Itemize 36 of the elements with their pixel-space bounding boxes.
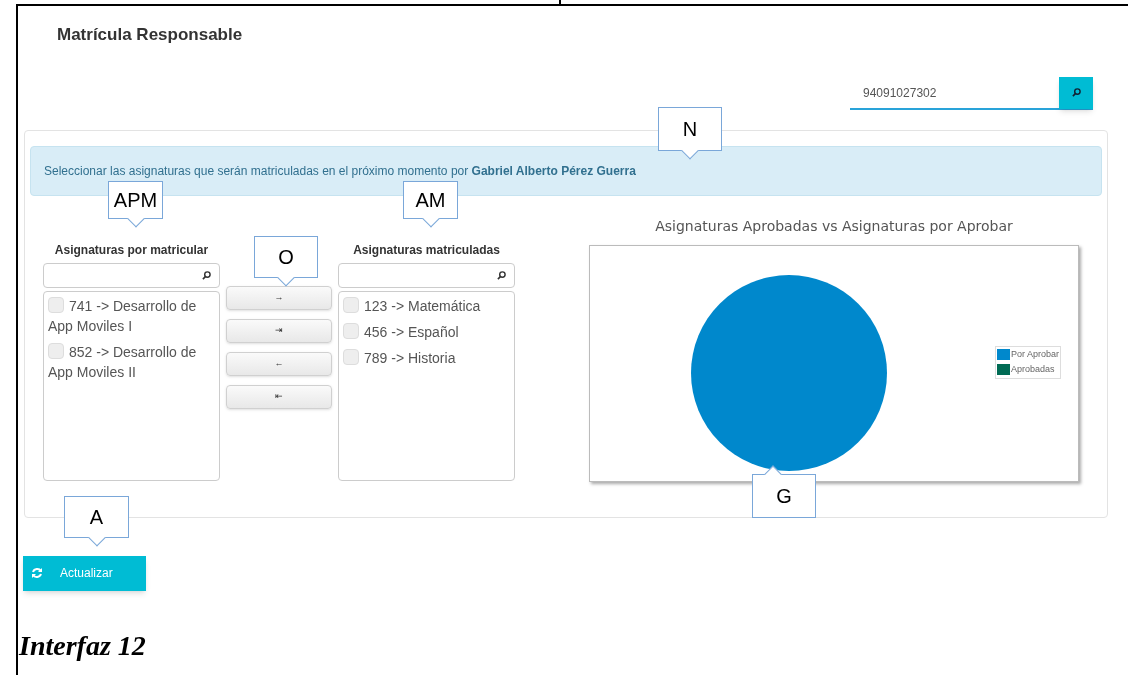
transfer-button[interactable]: →	[226, 285, 332, 310]
page-title: Matrícula Responsable	[57, 24, 244, 46]
list-item[interactable]: 741 -> Desarrollo de App Moviles I	[48, 295, 215, 336]
filter-field[interactable]	[43, 262, 220, 288]
legend-label: Por Aprobar	[1011, 347, 1060, 361]
callout: N	[658, 107, 722, 158]
callout: O	[254, 236, 318, 285]
chart-title: Asignaturas Aprobadas vs Asignaturas por Aprobar	[655, 216, 1013, 236]
filter-field[interactable]	[338, 262, 515, 288]
alert-text: Seleccionar las asignaturas que serán matriculadas en el próximo momento por Gabriel Alberto Pérez Guerra	[44, 162, 636, 180]
checkbox[interactable]	[343, 296, 359, 313]
list-item[interactable]: 123 -> Matemática	[343, 295, 510, 316]
search-icon	[497, 270, 506, 280]
search-icon	[1071, 88, 1081, 97]
search-button[interactable]	[1059, 76, 1093, 109]
caption: Interfaz 12	[19, 628, 147, 663]
callout: A	[64, 496, 129, 545]
callout: APM	[108, 181, 163, 226]
list-item[interactable]: 456 -> Español	[343, 321, 510, 342]
checkbox[interactable]	[343, 348, 359, 365]
list-item[interactable]: 852 -> Desarrollo de App Moviles II	[48, 341, 215, 382]
transfer-button[interactable]: ←	[226, 351, 332, 376]
list-title: Asignaturas matriculadas	[352, 241, 501, 259]
checkbox[interactable]	[48, 342, 64, 359]
checkbox[interactable]	[343, 322, 359, 339]
transfer-button[interactable]: ⇥	[226, 318, 332, 343]
refresh-icon	[31, 567, 43, 579]
checkbox[interactable]	[48, 296, 64, 313]
search-icon	[202, 270, 211, 280]
callout: G	[752, 467, 816, 518]
list-item[interactable]: 789 -> Historia	[343, 347, 510, 368]
id-search-field[interactable]: 94091027302	[850, 77, 1093, 110]
transfer-button[interactable]: ⇤	[226, 384, 332, 409]
callout: AM	[403, 181, 458, 226]
legend-label: Aprobadas	[1011, 363, 1055, 376]
list-title: Asignaturas por matricular	[53, 241, 210, 259]
